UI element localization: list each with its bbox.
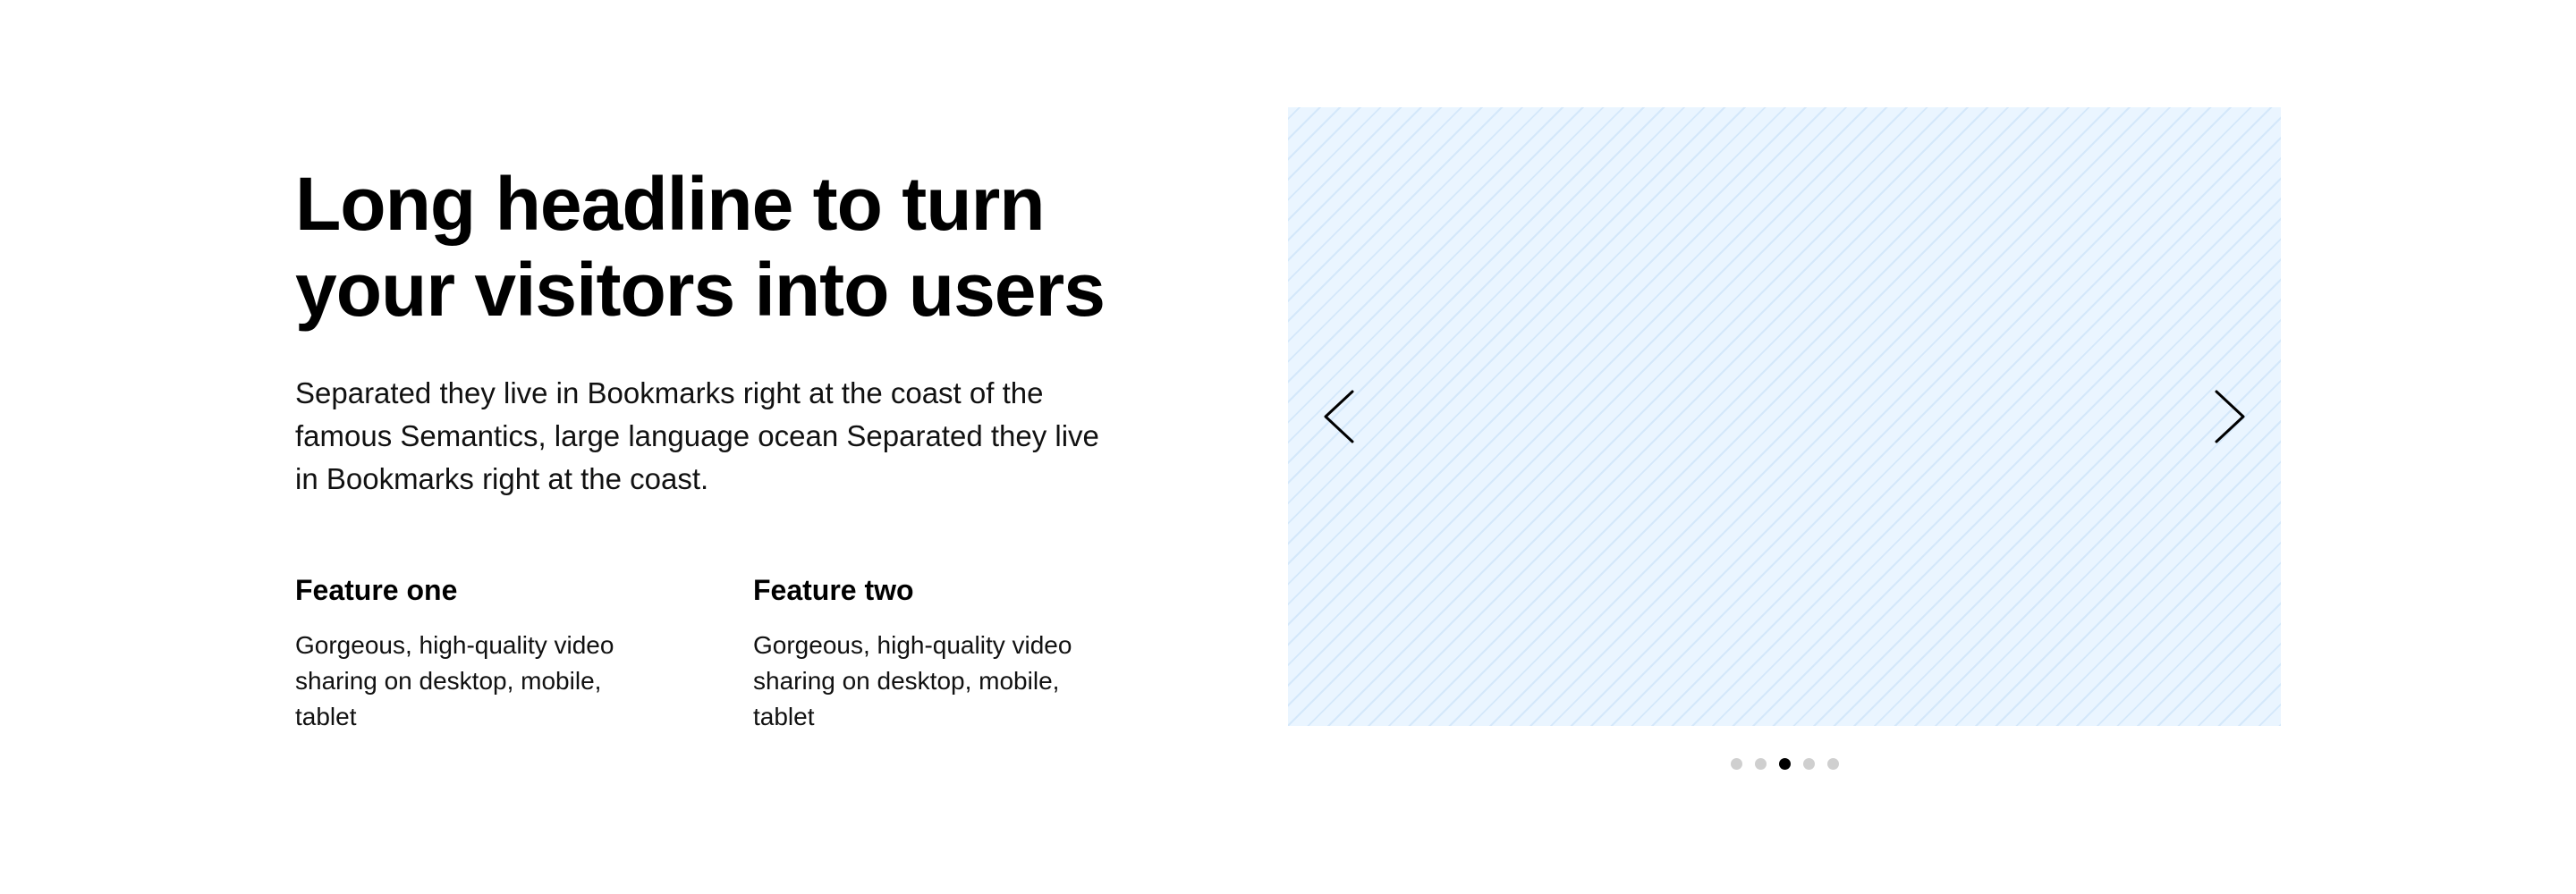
image-carousel	[1288, 107, 2281, 726]
feature-text: Gorgeous, high-quality video sharing on …	[295, 631, 614, 730]
hero-text: Long headline to turn your visitors into…	[295, 161, 1109, 501]
carousel-dot[interactable]	[1730, 758, 1742, 770]
carousel-dot[interactable]	[1802, 758, 1815, 770]
carousel-prev-button[interactable]	[1315, 381, 1368, 452]
carousel-dot[interactable]	[1754, 758, 1767, 770]
feature-text: Gorgeous, high-quality video sharing on …	[753, 631, 1072, 730]
hero-headline-line1: Long headline to turn	[295, 162, 1046, 246]
carousel-next-button[interactable]	[2200, 381, 2254, 452]
feature-title: Feature two	[753, 574, 914, 606]
feature-title: Feature one	[295, 574, 458, 606]
hero-description: Separated they live in Bookmarks right a…	[295, 376, 1099, 495]
carousel-dot-active[interactable]	[1778, 758, 1791, 770]
hero-headline-line2: your visitors into users	[295, 248, 1106, 332]
hero-headline: Long headline to turn your visitors into…	[295, 161, 1109, 333]
chevron-left-icon	[1324, 390, 1354, 443]
carousel-pagination	[1288, 758, 2281, 770]
feature-item-one: Feature one Gorgeous, high-quality video…	[295, 572, 635, 735]
feature-item-two: Feature two Gorgeous, high-quality video…	[753, 572, 1093, 735]
carousel-dot[interactable]	[1826, 758, 1839, 770]
feature-list: Feature one Gorgeous, high-quality video…	[295, 572, 1109, 735]
chevron-right-icon	[2215, 390, 2245, 443]
